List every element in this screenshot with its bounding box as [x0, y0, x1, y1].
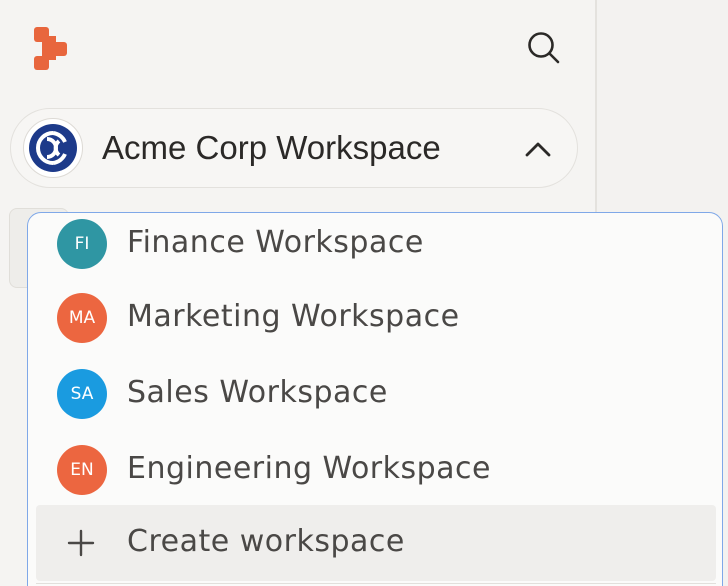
workspace-option-label: Marketing Workspace: [127, 299, 460, 334]
plus-icon: [67, 529, 95, 557]
current-workspace-name: Acme Corp Workspace: [102, 129, 441, 166]
menu-divider: [36, 583, 716, 584]
workspace-option-sales[interactable]: SA Sales Workspace: [36, 357, 716, 431]
create-workspace-button[interactable]: Create workspace: [36, 505, 716, 581]
workspace-option-marketing[interactable]: MA Marketing Workspace: [36, 281, 716, 355]
search-icon: [528, 32, 560, 64]
create-workspace-label: Create workspace: [127, 524, 405, 559]
brand-logo-icon[interactable]: [33, 26, 69, 72]
workspace-option-label: Sales Workspace: [127, 375, 388, 410]
workspace-avatar: FI: [57, 219, 107, 269]
workspace-option-engineering[interactable]: EN Engineering Workspace: [36, 433, 716, 507]
workspace-option-label: Engineering Workspace: [127, 451, 492, 486]
workspace-avatar: SA: [57, 369, 107, 419]
chevron-up-icon[interactable]: [521, 135, 555, 163]
workspace-dropdown-menu: FI Finance Workspace MA Marketing Worksp…: [27, 212, 723, 586]
workspace-logo-icon: [29, 124, 77, 172]
workspace-avatar: MA: [57, 293, 107, 343]
workspace-option-label: Finance Workspace: [127, 225, 424, 260]
search-button[interactable]: [522, 28, 566, 68]
workspace-avatar: EN: [57, 445, 107, 495]
workspace-logo-avatar: [23, 118, 83, 178]
workspace-option-finance[interactable]: FI Finance Workspace: [36, 213, 716, 281]
workspace-switcher[interactable]: Acme Corp Workspace: [10, 108, 578, 188]
